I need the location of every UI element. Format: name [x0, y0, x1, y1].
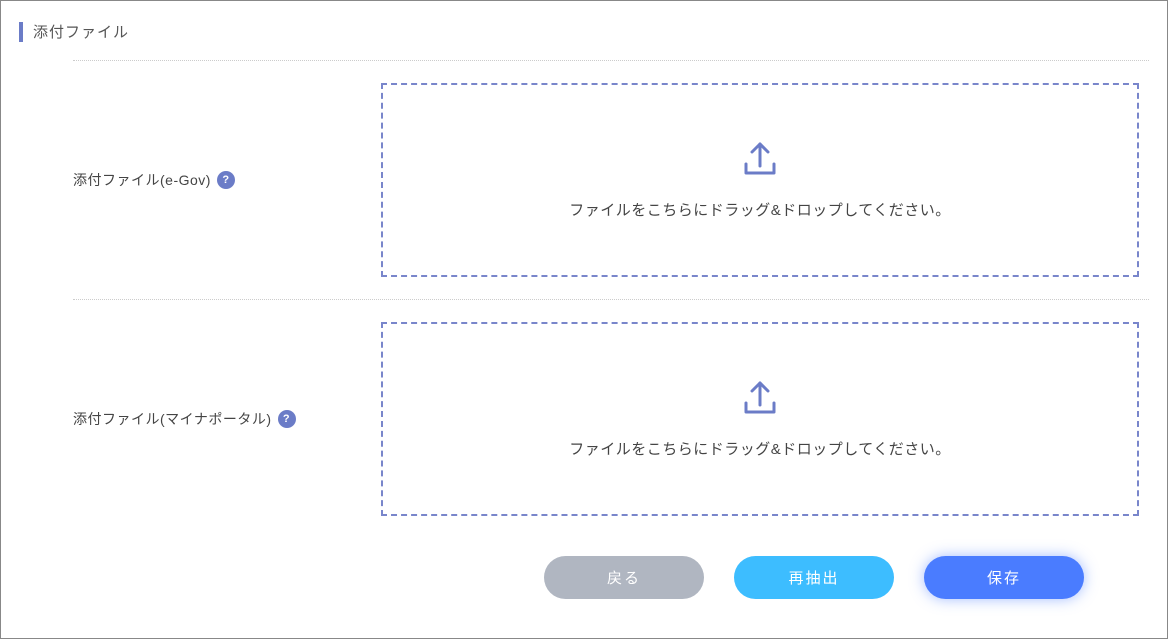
section-title: 添付ファイル	[33, 21, 129, 42]
footer-buttons: 戻る 再抽出 保存	[19, 538, 1149, 599]
attachments-section: 添付ファイル 添付ファイル(e-Gov) ? ファイルをこちらにドラッグ&ドロッ…	[1, 1, 1167, 619]
upload-icon	[740, 140, 780, 181]
attachment-label-egov: 添付ファイル(e-Gov) ?	[73, 170, 381, 190]
attachment-row-mynaportal: 添付ファイル(マイナポータル) ? ファイルをこちらにドラッグ&ドロップしてくだ…	[73, 299, 1149, 538]
attachment-rows: 添付ファイル(e-Gov) ? ファイルをこちらにドラッグ&ドロップしてください…	[73, 60, 1149, 538]
attachment-label-mynaportal: 添付ファイル(マイナポータル) ?	[73, 409, 381, 429]
dropzone-text: ファイルをこちらにドラッグ&ドロップしてください。	[569, 199, 951, 220]
help-icon[interactable]: ?	[217, 171, 235, 189]
dropzone-mynaportal[interactable]: ファイルをこちらにドラッグ&ドロップしてください。	[381, 322, 1139, 516]
attachment-row-egov: 添付ファイル(e-Gov) ? ファイルをこちらにドラッグ&ドロップしてください…	[73, 60, 1149, 299]
section-accent-bar	[19, 22, 23, 42]
reextract-button[interactable]: 再抽出	[734, 556, 894, 599]
back-button[interactable]: 戻る	[544, 556, 704, 599]
dropzone-egov[interactable]: ファイルをこちらにドラッグ&ドロップしてください。	[381, 83, 1139, 277]
upload-icon	[740, 379, 780, 420]
section-header: 添付ファイル	[19, 21, 1149, 42]
help-icon[interactable]: ?	[278, 410, 296, 428]
attachment-label-text: 添付ファイル(e-Gov)	[73, 170, 211, 190]
save-button[interactable]: 保存	[924, 556, 1084, 599]
dropzone-text: ファイルをこちらにドラッグ&ドロップしてください。	[569, 438, 951, 459]
attachment-label-text: 添付ファイル(マイナポータル)	[73, 409, 272, 429]
